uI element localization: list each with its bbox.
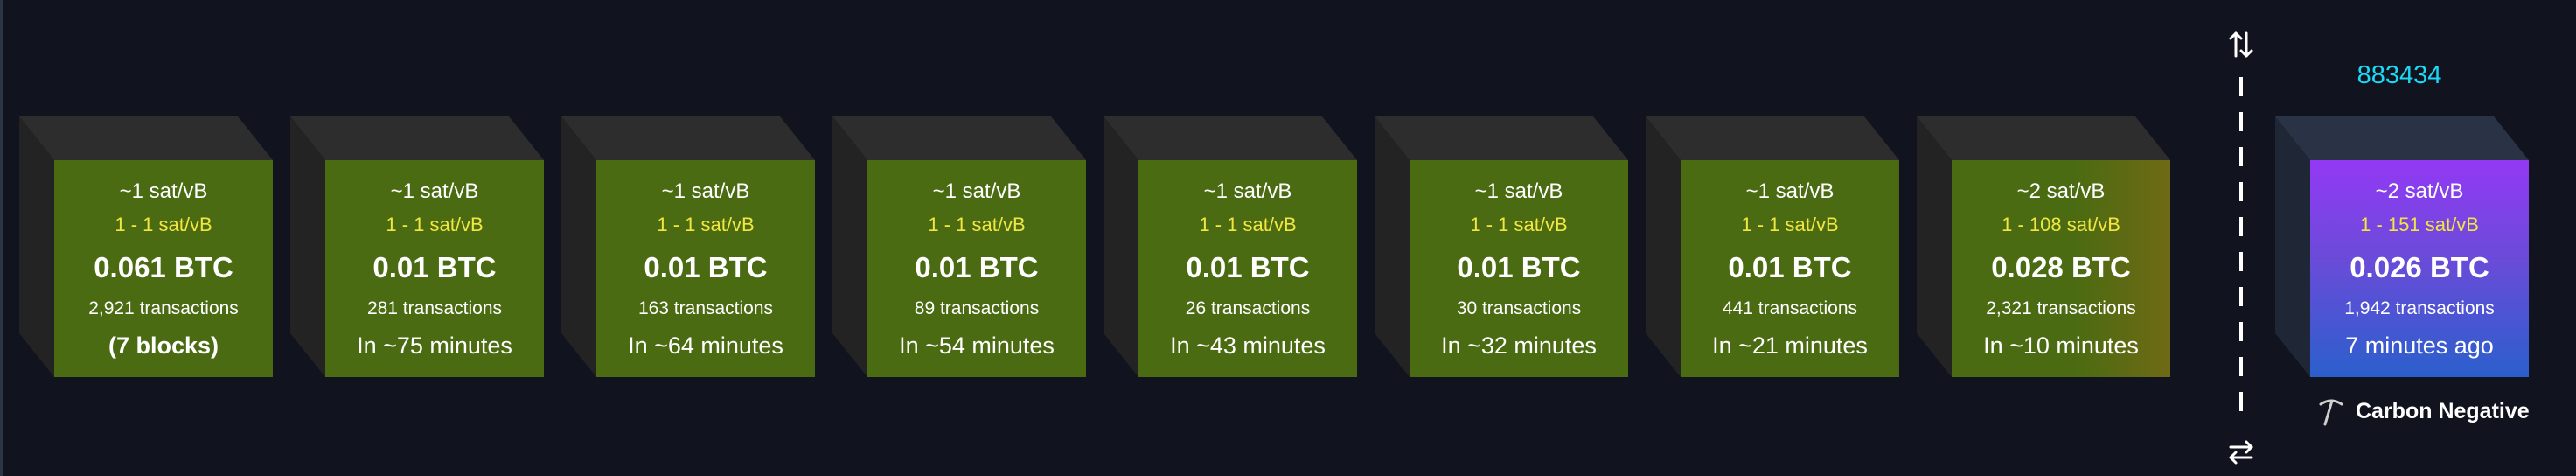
block-top-face [1104,116,1357,160]
block-top-face [19,116,273,160]
total-fees: 0.01 BTC [1186,251,1310,284]
block-top-face [290,116,544,160]
swap-vertical-arrows-icon[interactable] [2228,30,2254,60]
block-front[interactable]: ~1 sat/vB 1 - 1 sat/vB 0.01 BTC 89 trans… [867,160,1086,377]
fee-range: 1 - 1 sat/vB [657,214,755,235]
block-top-face [1917,116,2170,160]
transaction-count: 163 transactions [637,298,774,318]
block-side-face [1646,116,1681,377]
transaction-count: 281 transactions [366,298,503,318]
total-fees: 0.01 BTC [644,251,768,284]
estimated-time: In ~10 minutes [1983,332,2139,359]
median-fee: ~1 sat/vB [119,179,208,203]
block-side-face [19,116,54,377]
median-fee: ~1 sat/vB [1203,179,1292,203]
transaction-count: 2,921 transactions [88,298,239,318]
total-fees: 0.01 BTC [1728,251,1852,284]
block-front[interactable]: ~2 sat/vB 1 - 108 sat/vB 0.028 BTC 2,321… [1952,160,2170,377]
block-top-face [1375,116,1628,160]
transaction-count: 441 transactions [1722,298,1858,318]
total-fees: 0.01 BTC [915,251,1039,284]
transaction-count: 1,942 transactions [2344,298,2495,318]
mempool-block-1[interactable]: ~1 sat/vB 1 - 1 sat/vB 0.01 BTC 281 tran… [290,116,544,377]
median-fee: ~1 sat/vB [932,179,1021,203]
estimated-time: In ~32 minutes [1441,332,1597,359]
block-top-face [832,116,1086,160]
transaction-count: 30 transactions [1456,298,1582,318]
mempool-blockchain-strip: ~1 sat/vB 1 - 1 sat/vB 0.061 BTC 2,921 t… [0,0,2576,476]
pickaxe-icon [2319,399,2343,426]
median-fee: ~2 sat/vB [2375,179,2464,203]
mempool-block-3[interactable]: ~1 sat/vB 1 - 1 sat/vB 0.01 BTC 89 trans… [832,116,1086,377]
median-fee: ~1 sat/vB [661,179,750,203]
estimated-time: In ~54 minutes [899,332,1055,359]
mining-pool-name: Carbon Negative [2356,398,2530,424]
total-fees: 0.01 BTC [1457,251,1581,284]
transaction-count: 2,321 transactions [1986,298,2136,318]
total-fees: 0.061 BTC [94,251,233,284]
swap-horizontal-arrows-icon[interactable] [2228,438,2254,467]
block-top-face [561,116,815,160]
mempool-blockchain-divider [2239,77,2243,418]
block-front[interactable]: ~1 sat/vB 1 - 1 sat/vB 0.01 BTC 281 tran… [325,160,544,377]
mined-block[interactable]: ~2 sat/vB 1 - 151 sat/vB 0.026 BTC 1,942… [2275,116,2529,377]
fee-range: 1 - 108 sat/vB [2002,214,2120,235]
block-front[interactable]: ~1 sat/vB 1 - 1 sat/vB 0.01 BTC 30 trans… [1410,160,1628,377]
median-fee: ~2 sat/vB [2016,179,2106,203]
block-front[interactable]: ~1 sat/vB 1 - 1 sat/vB 0.01 BTC 441 tran… [1681,160,1899,377]
transaction-count: 26 transactions [1185,298,1311,318]
block-side-face [2275,116,2310,377]
block-front[interactable]: ~1 sat/vB 1 - 1 sat/vB 0.01 BTC 163 tran… [596,160,815,377]
block-front[interactable]: ~2 sat/vB 1 - 151 sat/vB 0.026 BTC 1,942… [2310,160,2529,377]
fee-range: 1 - 151 sat/vB [2360,214,2479,235]
mempool-block-2[interactable]: ~1 sat/vB 1 - 1 sat/vB 0.01 BTC 163 tran… [561,116,815,377]
block-side-face [1104,116,1138,377]
fee-range: 1 - 1 sat/vB [1741,214,1839,235]
median-fee: ~1 sat/vB [1474,179,1563,203]
fee-range: 1 - 1 sat/vB [386,214,484,235]
mempool-block-5[interactable]: ~1 sat/vB 1 - 1 sat/vB 0.01 BTC 30 trans… [1375,116,1628,377]
mempool-block-4[interactable]: ~1 sat/vB 1 - 1 sat/vB 0.01 BTC 26 trans… [1104,116,1357,377]
block-side-face [832,116,867,377]
block-side-face [290,116,325,377]
mempool-block-7[interactable]: ~2 sat/vB 1 - 108 sat/vB 0.028 BTC 2,321… [1917,116,2170,377]
estimated-time: In ~43 minutes [1170,332,1326,359]
total-fees: 0.026 BTC [2350,251,2489,284]
transaction-count: 89 transactions [914,298,1040,318]
total-fees: 0.01 BTC [372,251,497,284]
time-ago: 7 minutes ago [2345,332,2494,359]
block-front[interactable]: ~1 sat/vB 1 - 1 sat/vB 0.061 BTC 2,921 t… [54,160,273,377]
block-count: (7 blocks) [108,332,219,359]
block-front[interactable]: ~1 sat/vB 1 - 1 sat/vB 0.01 BTC 26 trans… [1138,160,1357,377]
block-side-face [561,116,596,377]
mining-pool-link[interactable]: Carbon Negative [2317,396,2530,427]
estimated-time: In ~21 minutes [1712,332,1868,359]
total-fees: 0.028 BTC [1991,251,2131,284]
fee-range: 1 - 1 sat/vB [1199,214,1297,235]
left-panel-edge [0,0,3,476]
block-top-face [1646,116,1899,160]
median-fee: ~1 sat/vB [1745,179,1835,203]
estimated-time: In ~75 minutes [357,332,512,359]
block-side-face [1375,116,1410,377]
block-side-face [1917,116,1952,377]
fee-range: 1 - 1 sat/vB [928,214,1026,235]
mempool-block-0[interactable]: ~1 sat/vB 1 - 1 sat/vB 0.061 BTC 2,921 t… [19,116,273,377]
fee-range: 1 - 1 sat/vB [115,214,212,235]
block-top-face [2275,116,2529,160]
median-fee: ~1 sat/vB [390,179,479,203]
block-height-link[interactable]: 883434 [2347,61,2452,90]
mempool-block-6[interactable]: ~1 sat/vB 1 - 1 sat/vB 0.01 BTC 441 tran… [1646,116,1899,377]
estimated-time: In ~64 minutes [628,332,783,359]
fee-range: 1 - 1 sat/vB [1470,214,1568,235]
